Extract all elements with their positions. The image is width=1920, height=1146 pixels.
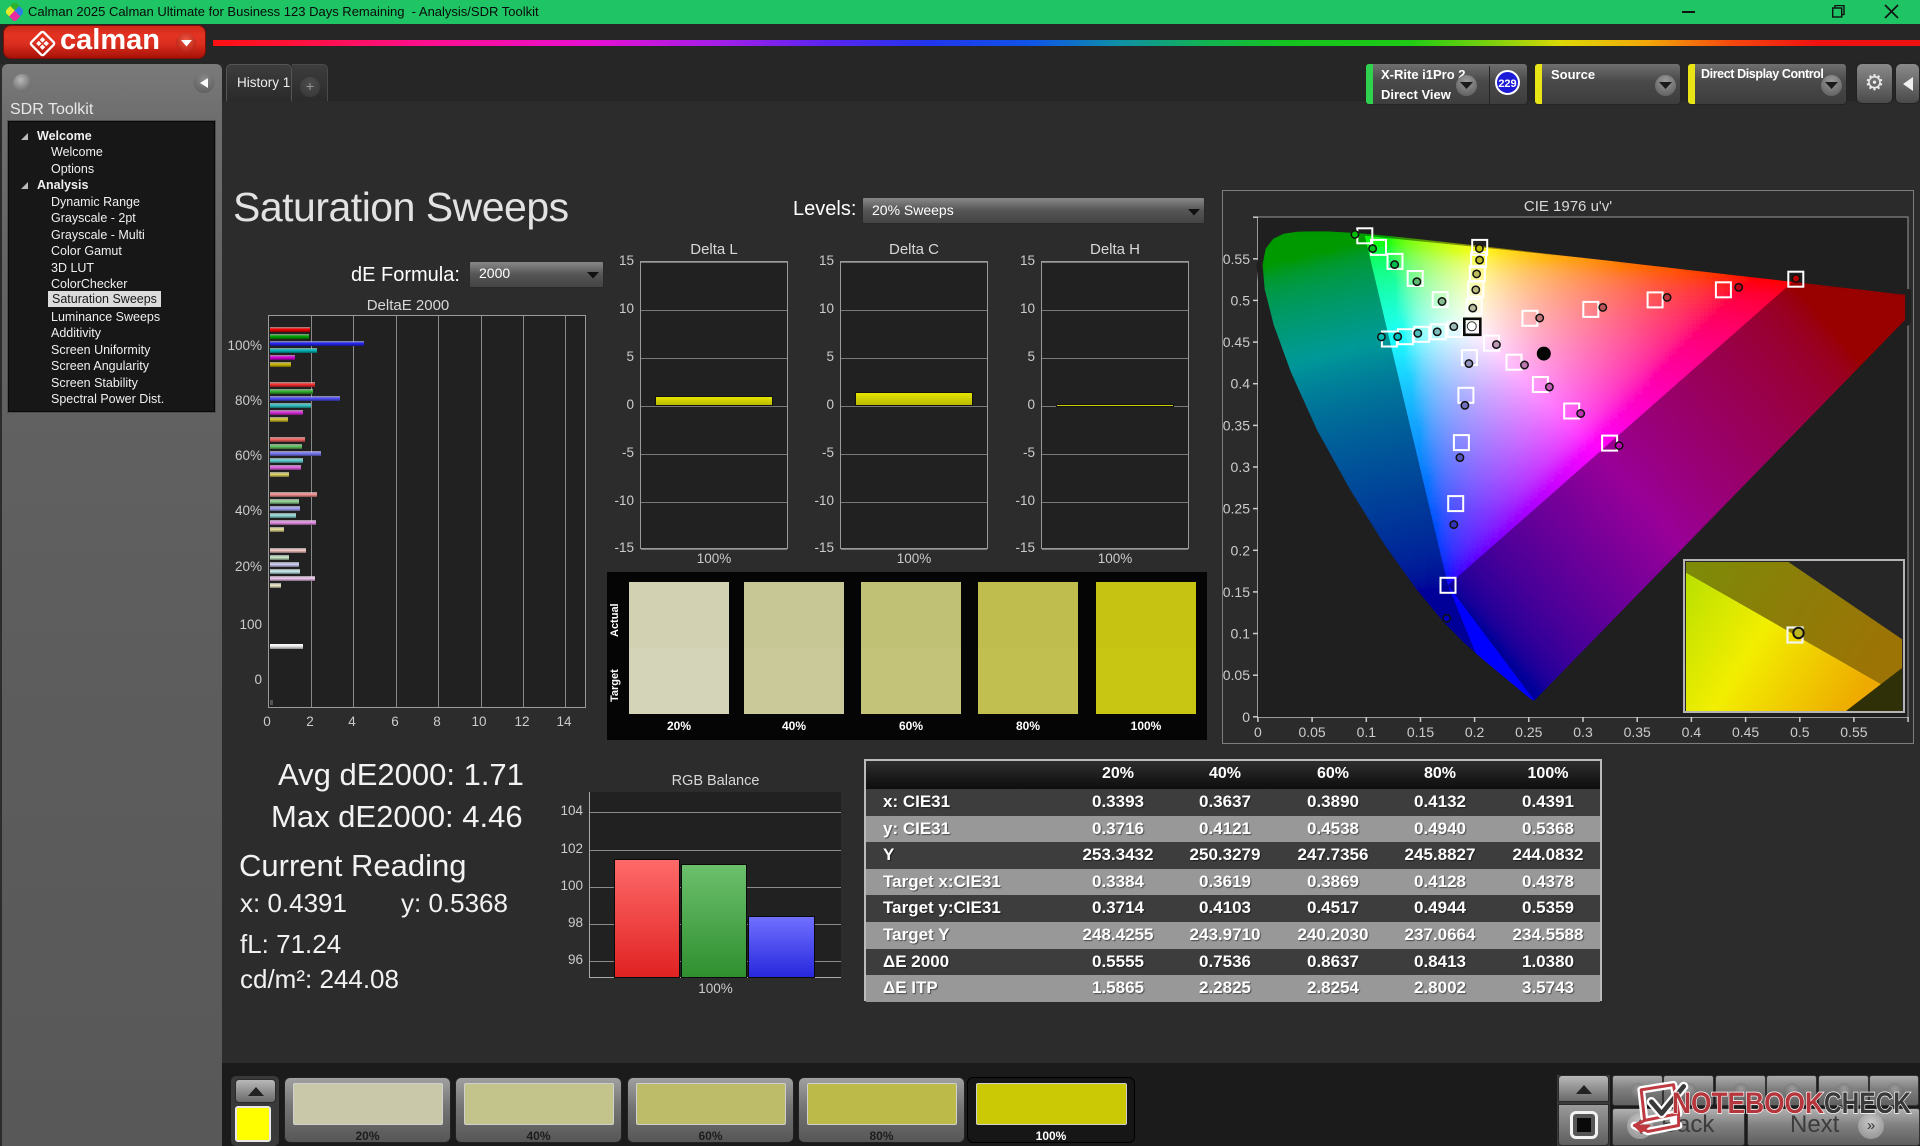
svg-text:0.25: 0.25 <box>1223 501 1250 517</box>
svg-text:0.05: 0.05 <box>1223 667 1250 683</box>
svg-text:0.2: 0.2 <box>1231 542 1251 558</box>
svg-text:NOTEBOOK: NOTEBOOK <box>1672 1087 1824 1120</box>
svg-text:0.5: 0.5 <box>1790 724 1810 740</box>
svg-text:0: 0 <box>1254 724 1262 740</box>
svg-text:0.15: 0.15 <box>1223 584 1250 600</box>
svg-text:0.15: 0.15 <box>1407 724 1434 740</box>
svg-text:0: 0 <box>1242 709 1250 725</box>
svg-text:0.3: 0.3 <box>1231 459 1251 475</box>
svg-text:0.1: 0.1 <box>1357 724 1377 740</box>
svg-text:0.35: 0.35 <box>1624 724 1651 740</box>
svg-text:0.5: 0.5 <box>1231 292 1251 308</box>
svg-text:0.35: 0.35 <box>1223 417 1250 433</box>
svg-text:0.3: 0.3 <box>1573 724 1593 740</box>
svg-text:0.45: 0.45 <box>1732 724 1759 740</box>
svg-text:0.25: 0.25 <box>1515 724 1542 740</box>
svg-text:0.4: 0.4 <box>1682 724 1702 740</box>
svg-text:0.55: 0.55 <box>1223 251 1250 267</box>
svg-text:CHECK: CHECK <box>1824 1087 1911 1120</box>
svg-text:0.45: 0.45 <box>1223 334 1250 350</box>
svg-text:0.55: 0.55 <box>1840 724 1867 740</box>
svg-text:0.1: 0.1 <box>1231 626 1251 642</box>
svg-text:0.05: 0.05 <box>1298 724 1325 740</box>
svg-text:0.2: 0.2 <box>1465 724 1485 740</box>
svg-text:0.4: 0.4 <box>1231 376 1251 392</box>
